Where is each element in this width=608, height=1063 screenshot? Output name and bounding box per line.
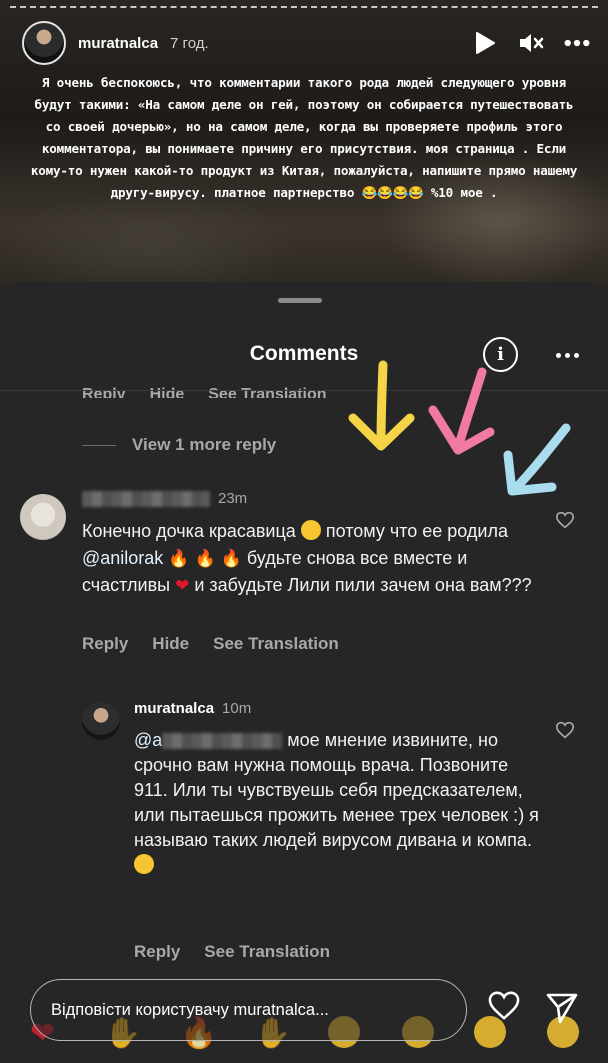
heart-icon[interactable] (555, 721, 575, 744)
comment-time: 23m (218, 490, 248, 507)
story-background: muratnalca 7 год. Я очень беспокоюсь, чт… (0, 0, 608, 300)
see-translation-button[interactable]: See Translation (213, 634, 339, 654)
blurred-mention (162, 733, 283, 750)
comments-sheet: Comments i Reply Hide See Translation Vi… (0, 282, 608, 1063)
sheet-drag-handle[interactable] (278, 298, 322, 303)
play-icon[interactable] (472, 30, 498, 56)
reply-link[interactable]: Reply (82, 380, 126, 398)
hide-button[interactable]: Hide (152, 634, 189, 654)
fire-emoji: 🔥 (194, 549, 216, 569)
cut-off-actions: Reply Hide See Translation (82, 380, 327, 398)
like-story-icon[interactable] (487, 990, 521, 1026)
reply-username[interactable]: muratnalca (134, 700, 214, 717)
story-caption: Я очень беспокоюсь, что комментарии тако… (30, 75, 578, 200)
comment-text-part: Конечно дочка красавица (82, 521, 296, 541)
hide-link[interactable]: Hide (150, 380, 185, 398)
comment-actions: Reply Hide See Translation (82, 634, 339, 654)
reply-time: 10m (222, 700, 252, 717)
comment-text-part: потому что ее родила (320, 521, 508, 541)
reply-input[interactable]: Відповісти користувачу muratnalca... (30, 979, 467, 1041)
mute-icon[interactable] (518, 30, 544, 56)
reply-mention[interactable]: @a (134, 730, 162, 750)
more-options-icon[interactable] (564, 30, 590, 56)
story-header: muratnalca 7 год. (22, 20, 590, 66)
story-progress-bar (10, 6, 598, 9)
reply-button[interactable]: Reply (134, 942, 180, 962)
reply-text: @a мое мнение извините, но срочно вам ну… (134, 728, 544, 878)
send-icon[interactable] (545, 992, 579, 1029)
fire-emoji: 🔥 (168, 549, 190, 569)
info-icon[interactable]: i (483, 337, 518, 372)
story-username[interactable]: muratnalca (78, 35, 158, 52)
reply-author-avatar[interactable] (82, 702, 120, 740)
mention-link[interactable]: @anilorak (82, 548, 163, 568)
see-translation-button[interactable]: See Translation (204, 942, 330, 962)
winking-tongue-emoji (134, 854, 154, 874)
sheet-more-icon[interactable] (552, 346, 582, 364)
blurred-username (82, 490, 210, 507)
reply-button[interactable]: Reply (82, 634, 128, 654)
comment-meta: 23m (82, 490, 247, 507)
fire-emoji: 🔥 (220, 549, 242, 569)
red-heart-emoji: ❤ (175, 576, 190, 596)
reply-meta: muratnalca 10m (134, 700, 251, 717)
replies-line (82, 444, 116, 446)
story-author-avatar[interactable] (22, 21, 66, 65)
commenter-avatar[interactable] (20, 494, 66, 540)
heart-icon[interactable] (555, 511, 575, 534)
view-more-replies-label[interactable]: View 1 more reply (132, 435, 276, 455)
view-more-replies[interactable]: View 1 more reply (82, 435, 276, 455)
story-time: 7 год. (170, 34, 209, 52)
comment-text: Конечно дочка красавица потому что ее ро… (82, 518, 542, 599)
header-divider (0, 390, 608, 391)
reply-actions: Reply See Translation (134, 942, 330, 962)
see-translation-link[interactable]: See Translation (208, 380, 326, 398)
comment-text-part: и забудьте Лили пили зачем она вам??? (189, 575, 532, 595)
heart-eyes-emoji (300, 520, 321, 540)
